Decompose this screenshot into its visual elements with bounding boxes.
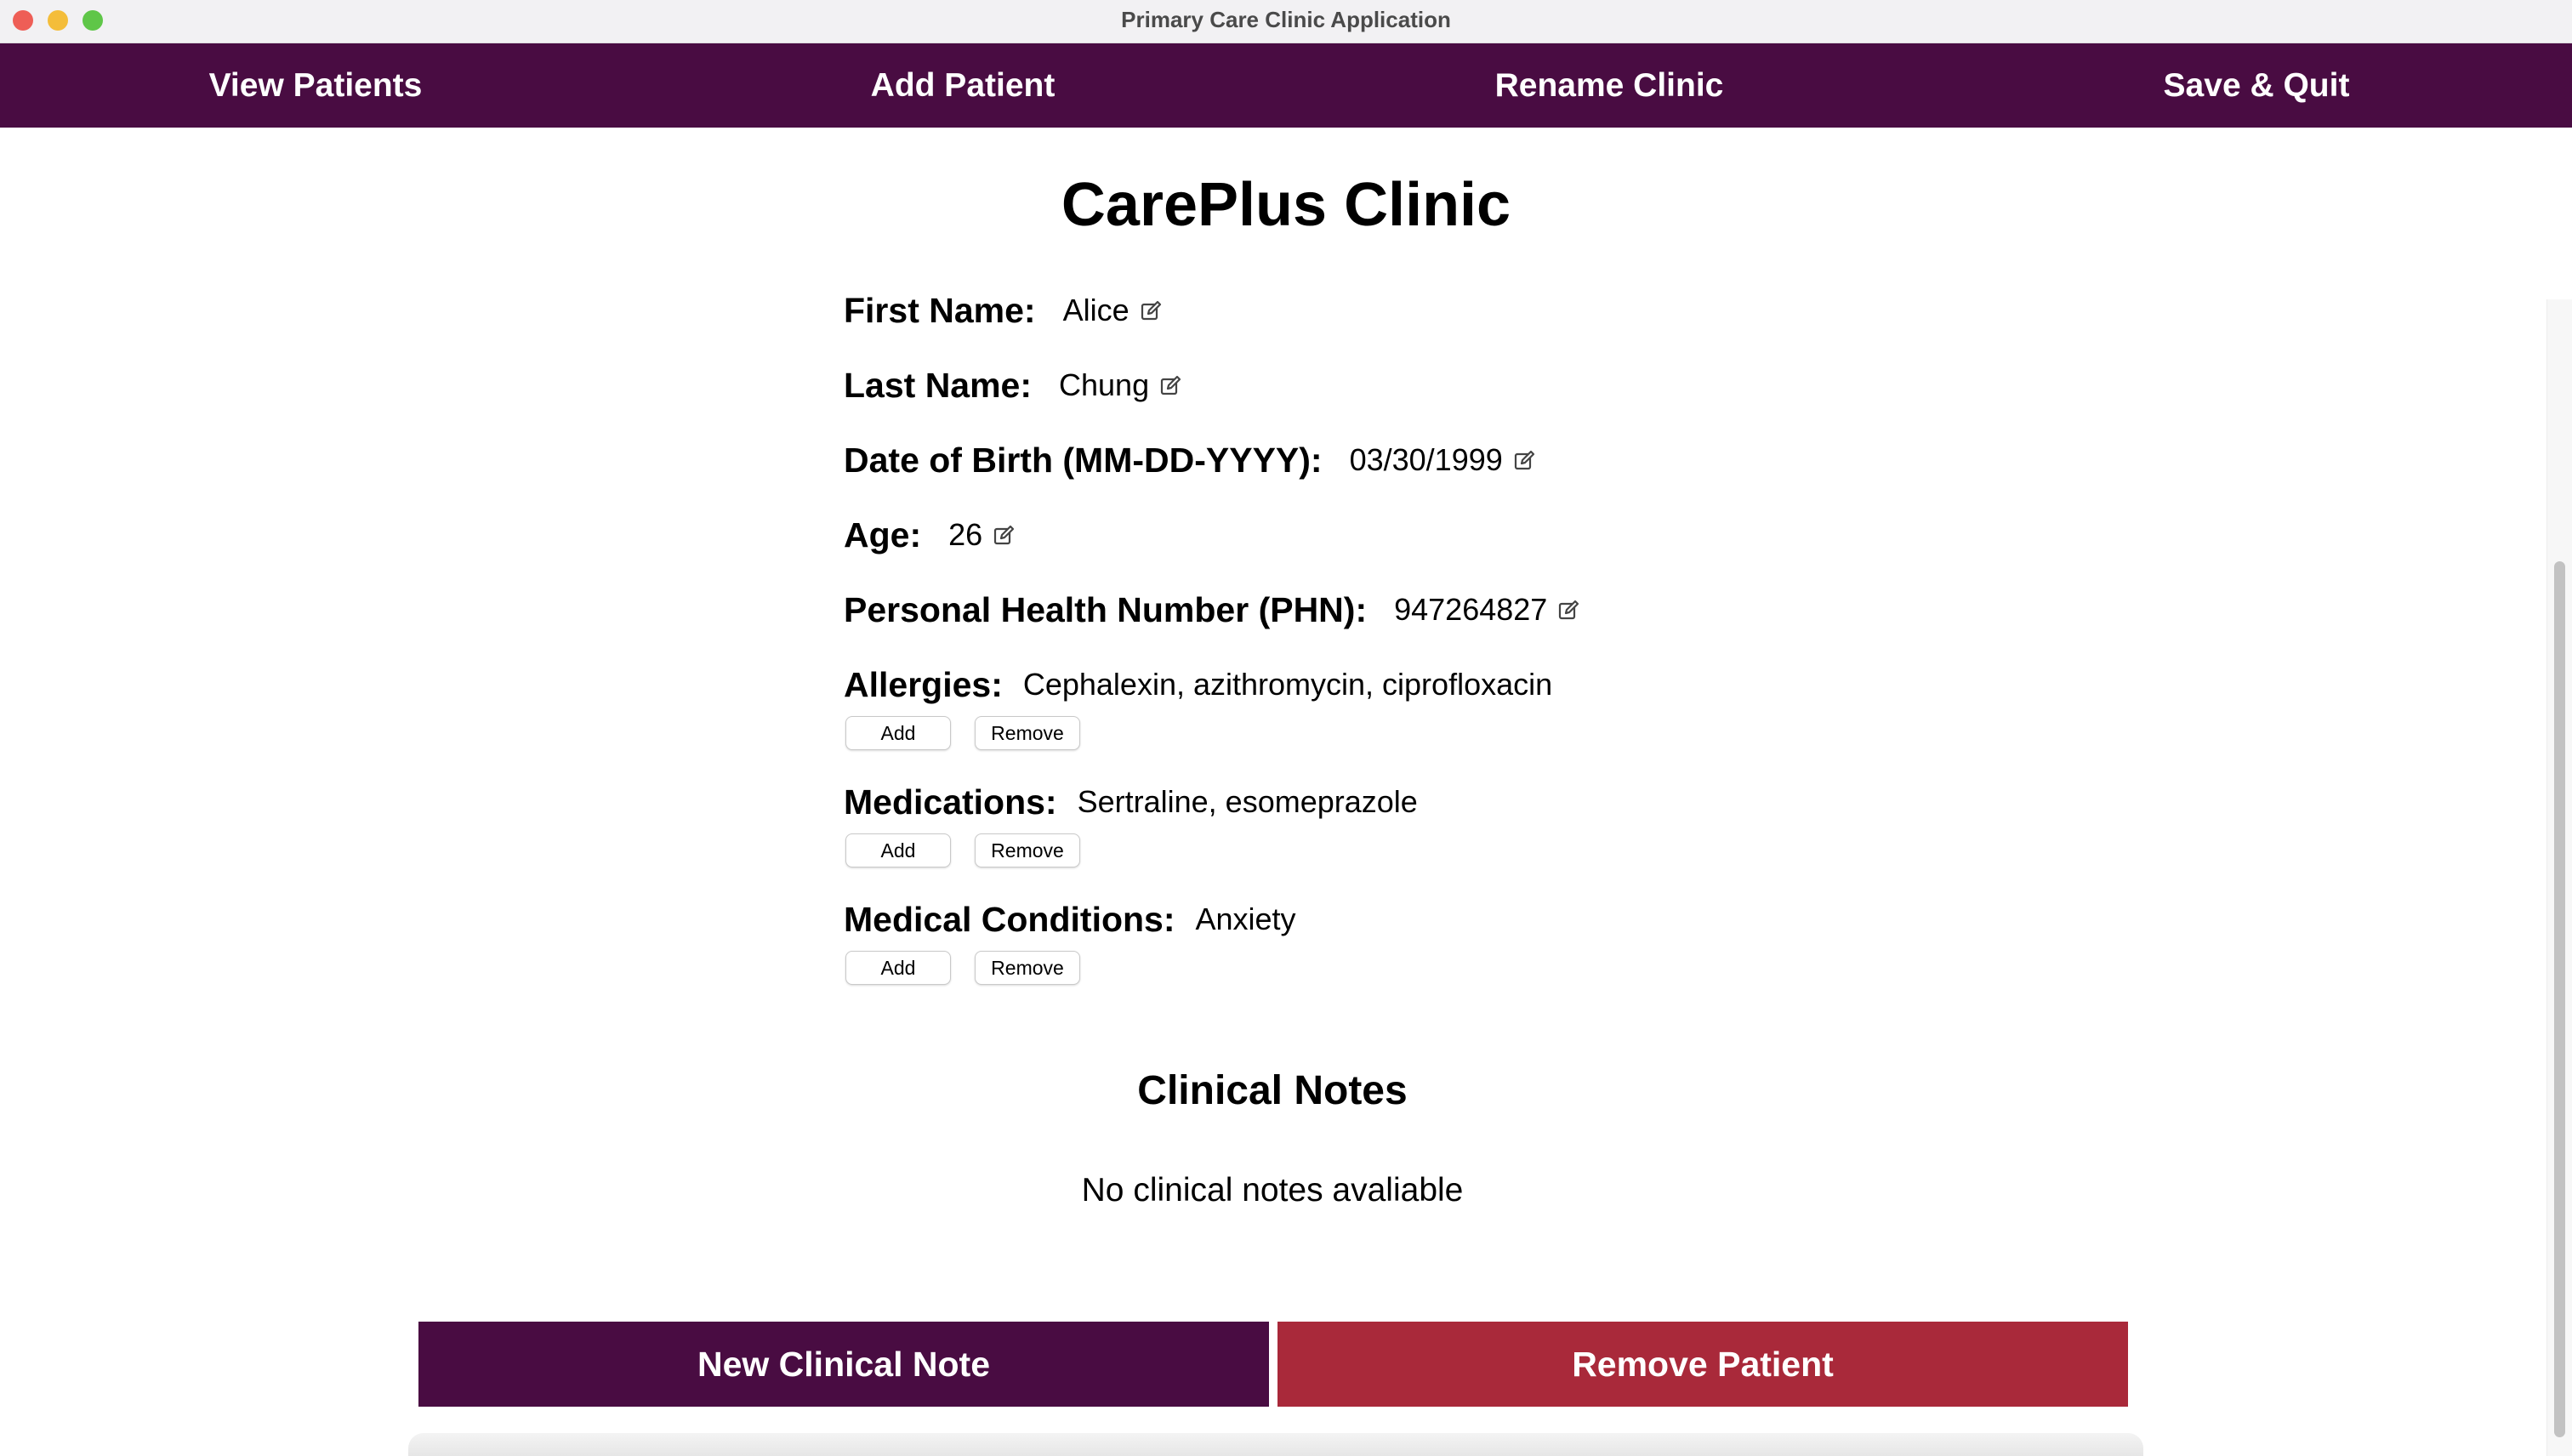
conditions-label: Medical Conditions: bbox=[844, 899, 1175, 939]
conditions-buttons: Add Remove bbox=[845, 951, 1080, 985]
medications-value: Sertraline, esomeprazole bbox=[1077, 784, 1418, 819]
phn-value: 947264827 bbox=[1394, 592, 1548, 627]
clinic-title: CarePlus Clinic bbox=[1061, 171, 1511, 239]
new-clinical-note-button[interactable]: New Clinical Note bbox=[418, 1322, 1269, 1407]
dob-label: Date of Birth (MM-DD-YYYY): bbox=[844, 440, 1323, 480]
medications-row: Medications: Sertraline, esomeprazole bbox=[844, 776, 1418, 828]
age-value: 26 bbox=[948, 517, 983, 552]
scrollbar-thumb[interactable] bbox=[2554, 561, 2565, 1437]
edit-phn-icon[interactable] bbox=[1557, 598, 1581, 622]
nav-add-patient[interactable]: Add Patient bbox=[708, 43, 1218, 128]
clinical-notes-empty-message: No clinical notes avaliable bbox=[1081, 1172, 1464, 1209]
phn-label: Personal Health Number (PHN): bbox=[844, 589, 1368, 629]
edit-first-name-icon[interactable] bbox=[1140, 299, 1164, 322]
allergies-row: Allergies: Cephalexin, azithromycin, cip… bbox=[844, 659, 1552, 710]
age-label: Age: bbox=[844, 515, 922, 555]
medications-label: Medications: bbox=[844, 782, 1057, 822]
age-row: Age: 26 bbox=[844, 509, 1016, 560]
window-title: Primary Care Clinic Application bbox=[1121, 7, 1451, 32]
add-allergy-button[interactable]: Add bbox=[845, 716, 951, 750]
phn-row: Personal Health Number (PHN): 947264827 bbox=[844, 584, 1581, 635]
allergies-value: Cephalexin, azithromycin, ciprofloxacin bbox=[1022, 667, 1553, 702]
edit-age-icon[interactable] bbox=[993, 523, 1016, 547]
conditions-value: Anxiety bbox=[1195, 901, 1296, 936]
remove-patient-button[interactable]: Remove Patient bbox=[1277, 1322, 2128, 1407]
clinical-notes-heading: Clinical Notes bbox=[1137, 1068, 1408, 1113]
edit-dob-icon[interactable] bbox=[1513, 448, 1537, 472]
add-medication-button[interactable]: Add bbox=[845, 833, 951, 867]
first-name-row: First Name: Alice bbox=[844, 285, 1164, 336]
edit-last-name-icon[interactable] bbox=[1159, 373, 1183, 397]
add-condition-button[interactable]: Add bbox=[845, 951, 951, 985]
bottom-panel-edge bbox=[408, 1433, 2143, 1456]
window-titlebar: Primary Care Clinic Application bbox=[0, 0, 2572, 43]
nav-view-patients[interactable]: View Patients bbox=[60, 43, 571, 128]
last-name-row: Last Name: Chung bbox=[844, 360, 1183, 411]
medications-buttons: Add Remove bbox=[845, 833, 1080, 867]
remove-condition-button[interactable]: Remove bbox=[975, 951, 1080, 985]
last-name-label: Last Name: bbox=[844, 365, 1033, 405]
remove-medication-button[interactable]: Remove bbox=[975, 833, 1080, 867]
allergies-buttons: Add Remove bbox=[845, 716, 1080, 750]
dob-row: Date of Birth (MM-DD-YYYY): 03/30/1999 bbox=[844, 435, 1537, 486]
last-name-value: Chung bbox=[1059, 367, 1150, 402]
nav-save-quit[interactable]: Save & Quit bbox=[2001, 43, 2512, 128]
remove-allergy-button[interactable]: Remove bbox=[975, 716, 1080, 750]
top-nav: View Patients Add Patient Rename Clinic … bbox=[0, 43, 2572, 128]
allergies-label: Allergies: bbox=[844, 664, 1003, 704]
first-name-label: First Name: bbox=[844, 290, 1036, 330]
nav-rename-clinic[interactable]: Rename Clinic bbox=[1354, 43, 1864, 128]
first-name-value: Alice bbox=[1062, 293, 1130, 327]
dob-value: 03/30/1999 bbox=[1349, 442, 1503, 477]
conditions-row: Medical Conditions: Anxiety bbox=[844, 894, 1296, 945]
